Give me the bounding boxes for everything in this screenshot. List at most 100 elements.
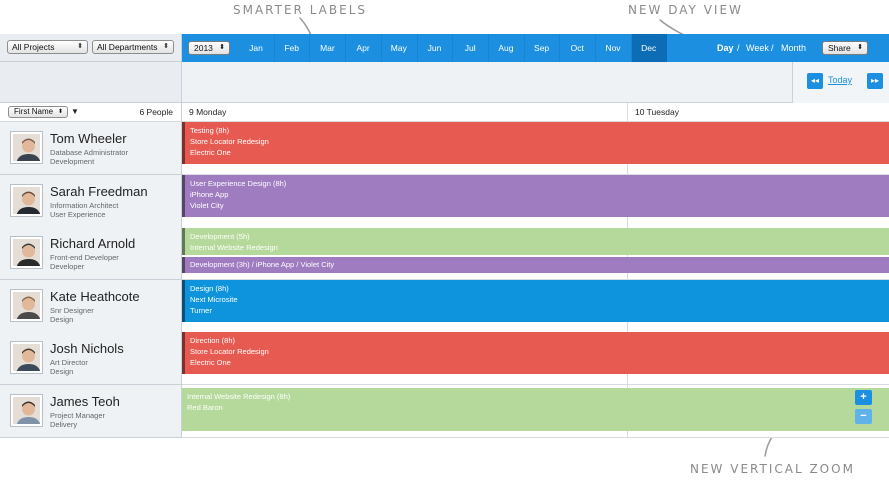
assignment-label: Internal Website Redesign (8h) xyxy=(187,392,291,401)
month-tab-dec[interactable]: Dec xyxy=(630,34,667,62)
departments-select-label: All Departments xyxy=(97,42,158,52)
assignment-bar[interactable]: Development (3h) / iPhone App / Violet C… xyxy=(182,257,889,274)
smarter-labels-annotation: SMARTER LABELS xyxy=(233,3,367,17)
assignment-label: Turner xyxy=(190,305,212,315)
assignment-bar[interactable]: Internal Website Redesign (8h) Red Baron xyxy=(182,388,889,431)
month-separator xyxy=(273,34,275,62)
month-tab-jun[interactable]: Jun xyxy=(417,34,453,62)
assignment-bar[interactable]: Development (5h) Internal Website Redesig… xyxy=(182,228,889,256)
assignment-bar[interactable]: User Experience Design (8h) iPhone App Vio… xyxy=(182,174,889,217)
rewind-icon: ◂◂ xyxy=(810,76,820,85)
assignment-bar[interactable]: Direction (8h) Store Locator Redesign Elec… xyxy=(182,332,889,375)
day-label-tuesday: 10 Tuesday xyxy=(635,107,679,117)
month-tab-apr[interactable]: Apr xyxy=(345,34,381,62)
zoom-in-button[interactable]: + xyxy=(855,390,872,405)
assignment-label: Internal Website Redesign xyxy=(190,243,278,253)
person-card[interactable]: Kate Heathcote Snr Designer Design xyxy=(0,279,182,333)
month-tab-nov[interactable]: Nov xyxy=(595,34,631,62)
chevron-updown-icon: ⬍ xyxy=(77,43,83,50)
month-separator xyxy=(630,34,632,62)
month-separator xyxy=(416,34,418,62)
projects-select[interactable]: All Projects ⬍ xyxy=(7,40,88,54)
share-select[interactable]: Share ⬍ xyxy=(822,41,868,55)
today-link[interactable]: Today xyxy=(828,75,852,85)
assignment-bar[interactable]: Design (8h) Next Microsite Turner xyxy=(182,279,889,322)
avatar-photo-icon xyxy=(13,186,40,214)
assignment-label: Development (3h) / iPhone App / Violet C… xyxy=(190,260,335,270)
sort-select[interactable]: First Name ⬍ xyxy=(8,106,68,118)
avatar-photo-icon xyxy=(13,344,40,372)
schedule-lane: Internal Website Redesign (8h) Red Baron xyxy=(182,385,889,438)
chevron-updown-icon: ⬍ xyxy=(857,44,863,51)
assignment-label: Violet City xyxy=(190,200,224,210)
filter-bar: All Projects ⬍ All Departments ⬍ xyxy=(0,34,182,62)
person-role: Information Architect xyxy=(50,200,119,210)
person-department: Development xyxy=(50,157,95,166)
projects-select-label: All Projects xyxy=(12,42,55,52)
new-day-view-annotation: NEW DAY VIEW xyxy=(628,3,743,17)
person-card[interactable]: Tom Wheeler Database Administrator Devel… xyxy=(0,122,182,175)
month-tab-jan[interactable]: Jan xyxy=(238,34,274,62)
person-department: Developer xyxy=(50,262,85,272)
previous-button[interactable]: ◂◂ xyxy=(807,73,823,89)
person-row: Tom Wheeler Database Administrator Devel… xyxy=(0,122,889,175)
assignment-label: Store Locator Redesign xyxy=(190,137,269,146)
month-tab-feb[interactable]: Feb xyxy=(274,34,310,62)
view-week-link[interactable]: Week xyxy=(746,34,769,62)
day-divider xyxy=(627,103,628,122)
assignment-label: User Experience Design (8h) xyxy=(190,178,287,188)
assignment-label: Design (8h) xyxy=(190,283,229,293)
month-separator xyxy=(487,34,489,62)
month-separator xyxy=(523,34,525,62)
month-tab-may[interactable]: May xyxy=(381,34,417,62)
person-card[interactable]: James Teoh Project Manager Delivery xyxy=(0,385,182,438)
avatar xyxy=(11,184,42,216)
timeline-toolbar: 2013 ⬍ Jan Feb Mar Apr May Jun Jul Aug Sep Oct Nov… xyxy=(182,34,889,62)
person-role: Project Manager xyxy=(50,411,106,420)
assignment-label: Electric One xyxy=(190,148,231,157)
person-row: James Teoh Project Manager Delivery Inte… xyxy=(0,385,889,438)
assignment-bar[interactable]: Testing (8h) Store Locator Redesign Electr… xyxy=(182,122,889,164)
people-count: 6 People xyxy=(139,107,173,117)
person-name: James Teoh xyxy=(50,394,120,409)
view-day-link[interactable]: Day xyxy=(717,34,734,62)
schedule-lane: User Experience Design (8h) iPhone App Vio… xyxy=(182,174,889,228)
avatar xyxy=(11,289,42,321)
assignment-label: Testing (8h) xyxy=(190,126,230,135)
month-tab-mar[interactable]: Mar xyxy=(309,34,345,62)
year-select[interactable]: 2013 ⬍ xyxy=(188,41,230,55)
person-name: Sarah Freedman xyxy=(50,183,148,199)
person-card[interactable]: Richard Arnold Front-end Developer Devel… xyxy=(0,227,182,281)
person-role: Snr Designer xyxy=(50,305,94,315)
view-separator: / xyxy=(737,43,740,53)
person-role: Front-end Developer xyxy=(50,253,119,263)
schedule-lane: Direction (8h) Store Locator Redesign Elec… xyxy=(182,332,889,386)
next-button[interactable]: ▸▸ xyxy=(867,73,883,89)
chevron-updown-icon: ⬍ xyxy=(163,43,169,50)
fast-forward-icon: ▸▸ xyxy=(870,76,880,85)
sort-direction-icon[interactable]: ▼ xyxy=(71,106,79,118)
person-card[interactable]: Sarah Freedman Information Architect Use… xyxy=(0,174,182,228)
departments-select[interactable]: All Departments ⬍ xyxy=(92,40,174,54)
date-navigation: ◂◂ Today ▸▸ xyxy=(792,62,889,103)
view-month-link[interactable]: Month xyxy=(781,34,806,62)
person-row: Richard Arnold Front-end Developer Devel… xyxy=(0,227,889,281)
month-tab-sep[interactable]: Sep xyxy=(524,34,560,62)
person-role: Database Administrator xyxy=(50,148,128,157)
year-select-label: 2013 xyxy=(194,43,213,53)
zoom-out-button[interactable]: − xyxy=(855,409,872,424)
schedule-lane: Development (5h) Internal Website Redesig… xyxy=(182,227,889,281)
month-separator xyxy=(309,34,311,62)
left-subheader xyxy=(0,62,182,103)
avatar-photo-icon xyxy=(13,134,40,161)
person-name: Josh Nichols xyxy=(50,341,124,357)
day-label-monday: 9 Monday xyxy=(189,107,227,117)
month-tab-oct[interactable]: Oct xyxy=(559,34,595,62)
chevron-updown-icon: ⬍ xyxy=(219,44,225,51)
avatar xyxy=(11,237,42,269)
person-role: Art Director xyxy=(50,358,88,368)
month-separator xyxy=(452,34,454,62)
person-card[interactable]: Josh Nichols Art Director Design xyxy=(0,332,182,386)
month-tab-jul[interactable]: Jul xyxy=(452,34,488,62)
month-tab-aug[interactable]: Aug xyxy=(488,34,524,62)
